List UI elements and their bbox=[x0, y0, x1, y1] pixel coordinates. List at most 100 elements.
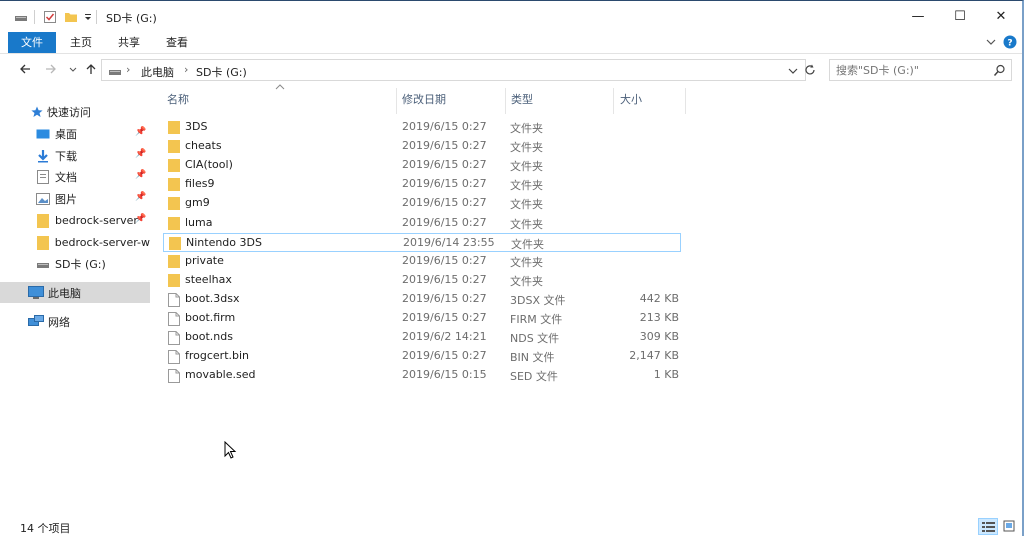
sidebar-item-network[interactable]: 网络 bbox=[0, 311, 150, 332]
file-size: 309 KB bbox=[639, 330, 679, 344]
file-name: frogcert.bin bbox=[185, 349, 250, 363]
column-header-name[interactable]: 名称 bbox=[167, 88, 189, 114]
up-button[interactable] bbox=[83, 62, 99, 80]
tab-share[interactable]: 共享 bbox=[110, 32, 148, 53]
breadcrumb-this-pc[interactable]: 此电脑 bbox=[141, 64, 174, 80]
drive-icon bbox=[37, 262, 49, 268]
file-date: 2019/6/2 14:21 bbox=[402, 330, 487, 344]
column-header-date[interactable]: 修改日期 bbox=[402, 88, 446, 114]
large-icons-view-button[interactable] bbox=[1000, 518, 1018, 535]
address-history-chevron-icon[interactable] bbox=[788, 65, 798, 77]
forward-button[interactable] bbox=[43, 62, 59, 80]
file-row[interactable]: private 2019/6/15 0:27 文件夹 bbox=[163, 252, 681, 271]
sidebar-item-pictures[interactable]: 图片 📌 bbox=[0, 188, 150, 209]
file-name: private bbox=[185, 253, 224, 267]
tab-view[interactable]: 查看 bbox=[158, 32, 196, 53]
address-bar[interactable]: › 此电脑 › SD卡 (G:) bbox=[101, 59, 806, 81]
file-size: 213 KB bbox=[639, 311, 679, 324]
file-row[interactable]: 3DS 2019/6/15 0:27 文件夹 bbox=[163, 118, 681, 137]
customize-toolbar-icon[interactable] bbox=[83, 9, 93, 25]
file-row[interactable]: luma 2019/6/15 0:27 文件夹 bbox=[163, 214, 681, 233]
folder-icon bbox=[168, 140, 180, 154]
folder-icon bbox=[168, 121, 180, 134]
file-name: boot.nds bbox=[185, 330, 233, 344]
folder-icon bbox=[37, 213, 49, 228]
up-arrow-icon bbox=[86, 64, 96, 74]
search-input[interactable] bbox=[836, 62, 986, 78]
column-divider[interactable] bbox=[505, 88, 506, 114]
file-row[interactable]: frogcert.bin 2019/6/15 0:27 BIN 文件 2,147 KB bbox=[163, 347, 681, 366]
maximize-icon: ☐ bbox=[954, 9, 966, 24]
sidebar-label: 下载 bbox=[55, 149, 77, 163]
refresh-icon[interactable] bbox=[803, 63, 817, 80]
sidebar-item-desktop[interactable]: 桌面 📌 bbox=[0, 123, 150, 144]
file-date: 2019/6/15 0:27 bbox=[402, 349, 487, 363]
breadcrumb-separator-icon: › bbox=[126, 63, 131, 76]
sidebar-label: bedrock-server-w bbox=[54, 236, 150, 249]
sidebar-item-bedrock-server-w[interactable]: bedrock-server-w bbox=[0, 232, 150, 253]
folder-icon bbox=[169, 236, 181, 250]
file-name: gm9 bbox=[185, 196, 210, 210]
file-type: NDS 文件 bbox=[510, 332, 560, 346]
new-folder-icon[interactable] bbox=[64, 9, 78, 25]
file-size: 1 KB bbox=[653, 368, 679, 382]
star-icon bbox=[31, 106, 43, 117]
back-button[interactable] bbox=[17, 62, 33, 80]
sidebar-label: bedrock-server bbox=[55, 214, 138, 227]
sidebar-label: 网络 bbox=[48, 315, 70, 329]
folder-icon bbox=[168, 273, 180, 287]
file-row[interactable]: files9 2019/6/15 0:27 文件夹 bbox=[163, 175, 681, 194]
sidebar-item-downloads[interactable]: 下载 📌 bbox=[0, 145, 150, 166]
pin-icon: 📌 bbox=[135, 170, 147, 180]
sidebar-item-documents[interactable]: 文档 📌 bbox=[0, 166, 150, 187]
file-row[interactable]: boot.firm 2019/6/15 0:27 FIRM 文件 213 KB bbox=[163, 309, 681, 328]
sidebar-item-quick-access[interactable]: 快速访问 bbox=[0, 101, 150, 122]
file-type: 文件夹 bbox=[510, 160, 543, 174]
file-row[interactable]: gm9 2019/6/15 0:27 文件夹 bbox=[163, 194, 681, 213]
help-icon[interactable]: ? bbox=[1003, 35, 1017, 52]
sidebar-label: 图片 bbox=[55, 192, 77, 206]
file-row[interactable]: Nintendo 3DS 2019/6/14 23:55 文件夹 bbox=[163, 232, 681, 252]
pin-icon: 📌 bbox=[135, 149, 147, 159]
file-date: 2019/6/15 0:27 bbox=[402, 120, 487, 133]
folder-icon bbox=[168, 197, 180, 211]
column-divider[interactable] bbox=[685, 88, 686, 114]
tab-home[interactable]: 主页 bbox=[62, 32, 100, 53]
file-row[interactable]: boot.3dsx 2019/6/15 0:27 3DSX 文件 442 KB bbox=[163, 290, 681, 309]
file-row[interactable]: CIA(tool) 2019/6/15 0:27 文件夹 bbox=[163, 156, 681, 175]
window-title: SD卡 (G:) bbox=[106, 12, 157, 25]
sidebar-item-this-pc[interactable]: 此电脑 bbox=[0, 282, 150, 303]
minimize-button[interactable]: — bbox=[895, 1, 941, 32]
file-size: 2,147 KB bbox=[629, 349, 679, 363]
recent-locations-button[interactable] bbox=[65, 62, 81, 80]
file-row[interactable]: cheats 2019/6/15 0:27 文件夹 bbox=[163, 137, 681, 156]
tab-file[interactable]: 文件 bbox=[8, 32, 56, 53]
download-icon bbox=[38, 149, 48, 162]
file-row[interactable]: movable.sed 2019/6/15 0:15 SED 文件 1 KB bbox=[163, 366, 681, 385]
minimize-icon: — bbox=[911, 9, 925, 24]
file-row[interactable]: boot.nds 2019/6/2 14:21 NDS 文件 309 KB bbox=[163, 328, 681, 347]
details-view-button[interactable] bbox=[978, 518, 998, 535]
navigation-pane: 快速访问 桌面 📌 下载 📌 文档 📌 图片 📌 bedrock-server … bbox=[0, 96, 150, 516]
sidebar-item-bedrock-server[interactable]: bedrock-server 📌 bbox=[0, 210, 150, 231]
close-button[interactable]: ✕ bbox=[978, 1, 1024, 32]
breadcrumb-sd-card[interactable]: SD卡 (G:) bbox=[196, 64, 247, 80]
column-header-type[interactable]: 类型 bbox=[511, 88, 533, 114]
column-divider[interactable] bbox=[613, 88, 614, 114]
search-box[interactable] bbox=[829, 59, 1012, 81]
sidebar-item-sd-card[interactable]: SD卡 (G:) bbox=[0, 253, 150, 274]
file-date: 2019/6/15 0:27 bbox=[402, 196, 487, 210]
maximize-button[interactable]: ☐ bbox=[937, 1, 983, 32]
file-row[interactable]: steelhax 2019/6/15 0:27 文件夹 bbox=[163, 271, 681, 290]
expand-ribbon-icon[interactable] bbox=[985, 36, 997, 51]
file-name: CIA(tool) bbox=[185, 158, 233, 172]
column-header-size[interactable]: 大小 bbox=[620, 88, 642, 114]
file-date: 2019/6/14 23:55 bbox=[403, 235, 495, 249]
sidebar-label: SD卡 (G:) bbox=[55, 257, 106, 271]
properties-icon[interactable] bbox=[43, 9, 57, 25]
file-type: 文件夹 bbox=[510, 141, 543, 155]
mouse-cursor-icon bbox=[224, 441, 237, 459]
folder-icon bbox=[168, 159, 180, 173]
column-divider[interactable] bbox=[396, 88, 397, 114]
sort-ascending-icon bbox=[275, 84, 285, 90]
